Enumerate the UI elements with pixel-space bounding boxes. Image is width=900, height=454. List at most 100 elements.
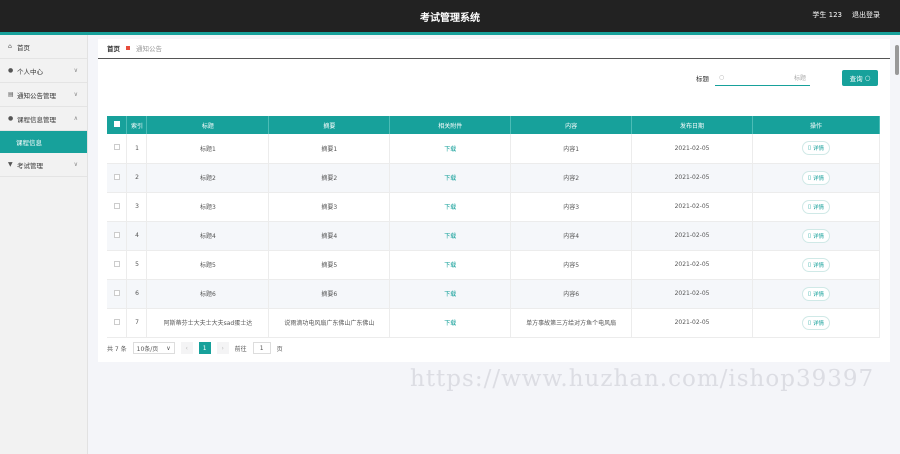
- column-header: 发布日期: [631, 116, 754, 134]
- detail-button[interactable]: ▯ 详情: [802, 257, 830, 272]
- row-checkbox[interactable]: [113, 231, 120, 238]
- download-link[interactable]: 下载: [389, 308, 512, 338]
- document-icon: ▯: [807, 261, 811, 268]
- cell-date: 2021-02-05: [631, 221, 754, 251]
- sidebar-item-label: 考试管理: [17, 161, 43, 170]
- row-select-cell[interactable]: [107, 279, 128, 309]
- scrollbar[interactable]: [895, 45, 899, 75]
- top-bar: 考试管理系统 学生 123 退出登录: [0, 0, 900, 32]
- search-bar: 标题 ○ 标题 查询 ○: [696, 70, 878, 86]
- goto-page-input[interactable]: 1: [252, 342, 271, 354]
- column-header: 相关附件: [389, 116, 512, 134]
- detail-button[interactable]: ▯ 详情: [802, 315, 830, 330]
- detail-button[interactable]: ▯ 详情: [802, 170, 830, 185]
- cell-index: 7: [126, 308, 148, 338]
- row-select-cell[interactable]: [107, 221, 128, 251]
- breadcrumb-home[interactable]: 首页: [107, 43, 120, 53]
- page-size-select[interactable]: 10条/页 ∨: [132, 342, 175, 354]
- user-name: 学生 123: [812, 11, 842, 19]
- user-info: 学生 123 退出登录: [812, 10, 880, 20]
- cell-index: 1: [126, 134, 148, 164]
- document-icon: ▯: [807, 145, 811, 152]
- chevron-down-icon: ∨: [73, 91, 78, 98]
- cell-summary: 摘要4: [268, 221, 391, 251]
- download-link[interactable]: 下载: [389, 134, 512, 164]
- cell-title: 标题2: [146, 163, 270, 193]
- sidebar-item-label: 个人中心: [17, 67, 43, 76]
- download-link[interactable]: 下载: [389, 192, 512, 222]
- detail-button[interactable]: ▯ 详情: [802, 141, 830, 156]
- cell-actions: ▯ 详情: [752, 308, 880, 338]
- cell-summary: 摘要5: [268, 250, 391, 280]
- sidebar-item-exam[interactable]: ▼ 考试管理 ∨: [0, 153, 87, 177]
- cell-content: 内容5: [510, 250, 633, 280]
- cell-index: 3: [126, 192, 148, 222]
- search-button[interactable]: 查询 ○: [842, 70, 878, 86]
- cell-summary: 摘要6: [268, 279, 391, 309]
- cell-summary: 摘要1: [268, 134, 391, 164]
- column-header: 操作: [752, 116, 880, 134]
- select-all-header[interactable]: [107, 116, 128, 134]
- detail-button[interactable]: ▯ 详情: [802, 199, 830, 214]
- chevron-up-icon: ∧: [73, 115, 78, 122]
- cell-actions: ▯ 详情: [752, 192, 880, 222]
- row-select-cell[interactable]: [107, 308, 128, 338]
- row-select-cell[interactable]: [107, 134, 128, 164]
- page-number[interactable]: 1: [198, 342, 211, 354]
- sidebar-subitem-course-info[interactable]: 课程信息: [0, 131, 87, 153]
- pagination: 共 7 条 10条/页 ∨ ‹ 1 › 前往 1 页: [107, 342, 283, 354]
- search-input[interactable]: ○ 标题: [715, 70, 810, 86]
- cell-date: 2021-02-05: [631, 192, 754, 222]
- cell-title: 阿斯蒂芬士大夫士大夫sad蛋士达: [146, 308, 270, 338]
- detail-button[interactable]: ▯ 详情: [802, 228, 830, 243]
- row-checkbox[interactable]: [113, 202, 120, 209]
- prev-page-button[interactable]: ‹: [180, 342, 193, 354]
- row-select-cell[interactable]: [107, 192, 128, 222]
- list-icon: ▤: [8, 91, 14, 98]
- cell-date: 2021-02-05: [631, 308, 754, 338]
- logout-link[interactable]: 退出登录: [852, 10, 880, 20]
- sidebar-subitem-label: 课程信息: [16, 139, 42, 147]
- sidebar-item-course[interactable]: ● 课程信息管理 ∧: [0, 107, 87, 131]
- row-checkbox[interactable]: [113, 173, 120, 180]
- cell-content: 内容3: [510, 192, 633, 222]
- breadcrumb-divider: [98, 58, 890, 59]
- sidebar-item-home[interactable]: ⌂ 首页: [0, 35, 87, 59]
- cell-title: 标题3: [146, 192, 270, 222]
- row-checkbox[interactable]: [113, 260, 120, 267]
- row-select-cell[interactable]: [107, 250, 128, 280]
- breadcrumb-current: 通知公告: [136, 45, 162, 53]
- sidebar-item-notice[interactable]: ▤ 通知公告管理 ∨: [0, 83, 87, 107]
- cell-content: 内容1: [510, 134, 633, 164]
- cell-date: 2021-02-05: [631, 134, 754, 164]
- sidebar-item-label: 首页: [17, 43, 30, 52]
- chevron-down-icon: ∨: [73, 67, 78, 74]
- download-link[interactable]: 下载: [389, 250, 512, 280]
- table-row: 1 标题1 摘要1 下载 内容1 2021-02-05 ▯ 详情: [107, 134, 880, 164]
- download-link[interactable]: 下载: [389, 279, 512, 309]
- cell-actions: ▯ 详情: [752, 279, 880, 309]
- row-checkbox[interactable]: [113, 289, 120, 296]
- table-row: 2 标题2 摘要2 下载 内容2 2021-02-05 ▯ 详情: [107, 163, 880, 193]
- cell-content: 内容2: [510, 163, 633, 193]
- column-header: 内容: [510, 116, 633, 134]
- row-checkbox[interactable]: [113, 144, 120, 151]
- cell-date: 2021-02-05: [631, 163, 754, 193]
- topbar-accent-line: [0, 32, 900, 35]
- cell-content: 内容4: [510, 221, 633, 251]
- next-page-button[interactable]: ›: [216, 342, 229, 354]
- row-select-cell[interactable]: [107, 163, 128, 193]
- main-panel: 首页 通知公告 标题 ○ 标题 查询 ○ 索引 标题 摘要 相关附件 内容 发布…: [98, 39, 890, 362]
- select-all-checkbox[interactable]: [113, 121, 120, 127]
- download-link[interactable]: 下载: [389, 221, 512, 251]
- column-header: 索引: [126, 116, 148, 134]
- row-checkbox[interactable]: [113, 318, 120, 325]
- table-row: 3 标题3 摘要3 下载 内容3 2021-02-05 ▯ 详情: [107, 192, 880, 222]
- table-row: 4 标题4 摘要4 下载 内容4 2021-02-05 ▯ 详情: [107, 221, 880, 251]
- sidebar-item-profile[interactable]: ● 个人中心 ∨: [0, 59, 87, 83]
- download-link[interactable]: 下载: [389, 163, 512, 193]
- filter-icon: ▼: [8, 161, 13, 168]
- detail-button[interactable]: ▯ 详情: [802, 286, 830, 301]
- table-header-row: 索引 标题 摘要 相关附件 内容 发布日期 操作: [107, 116, 880, 134]
- cell-index: 2: [126, 163, 148, 193]
